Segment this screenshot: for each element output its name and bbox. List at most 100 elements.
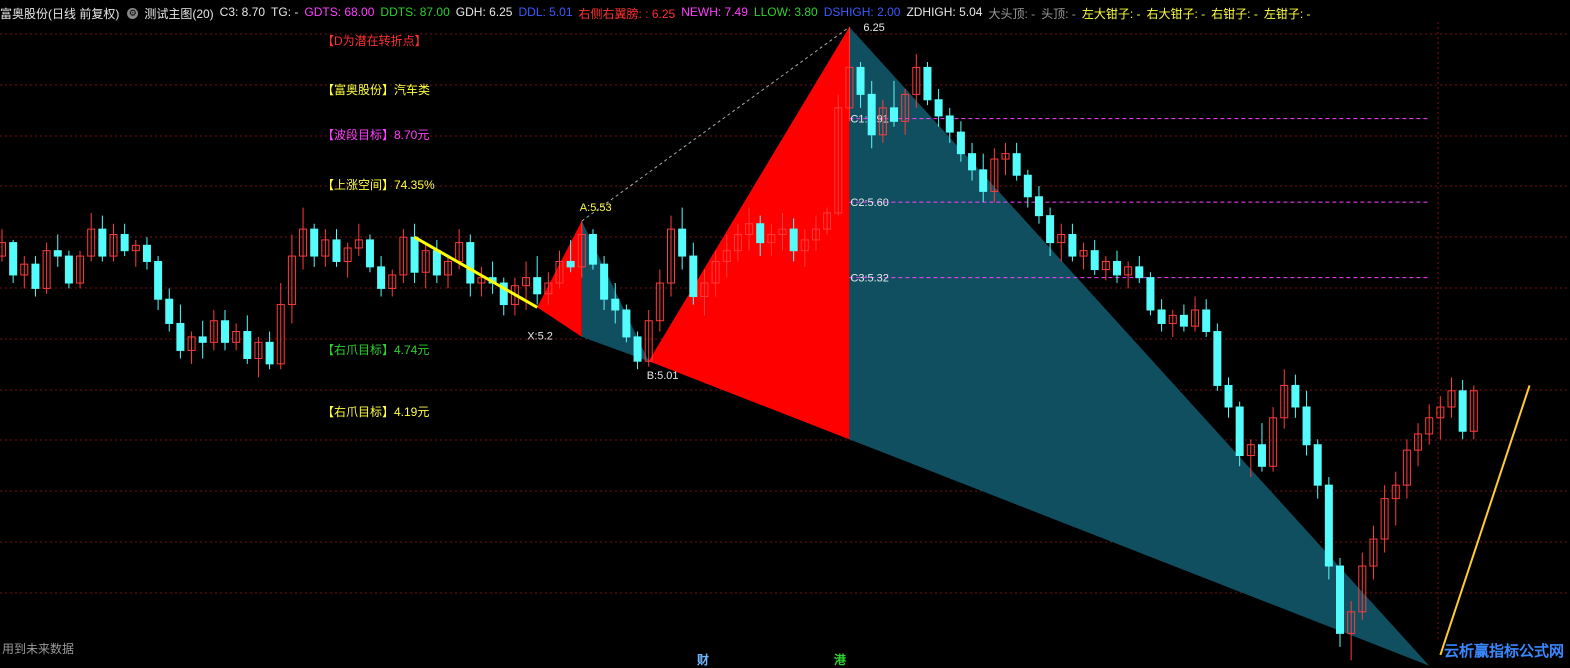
- candle-body: [588, 234, 597, 265]
- candle-body: [120, 234, 129, 252]
- indicator-field: GDH: 6.25: [455, 4, 513, 19]
- candle-body: [566, 260, 575, 268]
- side-label: 【右爪目标】4.19元: [322, 405, 430, 419]
- candle-body: [1113, 260, 1121, 276]
- pattern-point-label: X:5.2: [527, 331, 553, 343]
- candle-body: [1313, 444, 1322, 486]
- candle-body: [154, 260, 163, 300]
- indicator-field: 左大钳子: -: [1081, 6, 1141, 21]
- candle-body: [945, 115, 954, 133]
- pattern-point-label: B:5.01: [647, 370, 679, 382]
- candle-body: [165, 298, 174, 324]
- indicator-field: 右钳子: -: [1211, 6, 1258, 21]
- hk-marker[interactable]: 港: [834, 651, 846, 668]
- candle-body: [633, 336, 642, 362]
- candle-body: [1146, 277, 1155, 311]
- candle-body: [365, 239, 374, 268]
- candle-body: [53, 250, 62, 257]
- candle-body: [221, 320, 229, 343]
- candle-body: [1336, 565, 1344, 634]
- side-label: 【上涨空间】74.35%: [322, 178, 435, 192]
- candle-body: [1202, 309, 1211, 333]
- candle-body: [176, 322, 185, 351]
- candle-body: [1135, 266, 1144, 279]
- side-label: 【波段目标】8.70元: [322, 128, 430, 142]
- side-label: 【右爪目标】4.74元: [322, 343, 430, 357]
- pattern-point-label: A:5.53: [580, 202, 612, 214]
- level-label: C3:5.32: [850, 273, 889, 285]
- candle-body: [9, 242, 18, 276]
- candle-body: [31, 263, 40, 289]
- candle-body: [1324, 484, 1333, 567]
- side-label: 【富奥股份】汽车类: [322, 83, 431, 97]
- indicator-field: DDTS: 87.00: [380, 4, 450, 19]
- candle-body: [890, 107, 898, 122]
- indicator-field: 右侧右翼膀: : 6.25: [578, 6, 676, 21]
- candle-body: [968, 153, 977, 171]
- candle-body: [432, 250, 441, 276]
- candle-body: [64, 255, 73, 284]
- indicator-field: 右大钳子: -: [1146, 6, 1206, 21]
- candle-body: [622, 309, 631, 338]
- candle-body: [1302, 406, 1311, 446]
- indicator-name[interactable]: 测试主图(20): [144, 5, 213, 22]
- finance-marker[interactable]: 财: [697, 651, 709, 668]
- candle-body: [1179, 314, 1188, 327]
- candle-body: [142, 244, 151, 262]
- rebound-line: [1439, 385, 1531, 656]
- indicator-field: LLOW: 3.80: [753, 4, 818, 19]
- candle-body: [265, 341, 274, 365]
- candle-body: [332, 239, 341, 262]
- candle-body: [1224, 384, 1233, 408]
- candle-body: [410, 236, 419, 273]
- candle-body: [0, 242, 6, 257]
- candle-body: [600, 263, 609, 300]
- candle-body: [867, 93, 876, 136]
- indicator-field: 大头顶: -: [988, 6, 1036, 21]
- pattern-point-label: 6.25: [863, 22, 884, 34]
- candle-body: [789, 228, 798, 252]
- candle-body: [689, 255, 698, 298]
- indicator-field: 左钳子: -: [1263, 6, 1311, 21]
- indicator-field: GDTS: 68.00: [304, 4, 375, 19]
- watermark-logo: 云析赢指标公式网: [1443, 643, 1564, 660]
- candle-body: [98, 228, 107, 257]
- indicator-field: DSHIGH: 2.00: [823, 4, 901, 19]
- indicator-field: 头顶: -: [1041, 6, 1076, 21]
- candle-body: [1257, 444, 1266, 467]
- candle-body: [1034, 196, 1043, 217]
- candle-body: [1023, 174, 1032, 198]
- indicator-field: DDL: 5.01: [518, 4, 573, 19]
- candlestick-chart: C1:5.91C2:5.60C3:5.32 X:5.2A:5.53B:5.016…: [0, 22, 1570, 666]
- stock-title[interactable]: 富奥股份(日线 前复权): [0, 5, 119, 22]
- candle-body: [533, 277, 542, 295]
- candle-body: [923, 66, 932, 101]
- candle-body: [1235, 406, 1244, 457]
- candle-body: [956, 131, 965, 155]
- indicator-field: TG: -: [271, 4, 299, 19]
- harmonic-pattern-fills: [537, 27, 1430, 666]
- candle-body: [934, 99, 943, 117]
- candle-body: [1458, 390, 1467, 432]
- indicator-field: ZDHIGH: 5.04: [906, 4, 983, 19]
- indicator-field: NEWH: 7.49: [681, 4, 748, 19]
- candle-body: [678, 228, 687, 257]
- candle-body: [856, 66, 865, 95]
- candle-body: [979, 169, 988, 192]
- candle-body: [756, 223, 765, 244]
- candle-body: [243, 331, 252, 359]
- candle-body: [377, 266, 386, 289]
- candle-body: [198, 336, 207, 343]
- candle-body: [611, 298, 620, 311]
- indicator-fields: C3: 8.70 TG: - GDTS: 68.00 DDTS: 87.00 GDH: …: [220, 5, 1317, 22]
- candle-body: [1157, 309, 1166, 324]
- candle-body: [1291, 384, 1300, 408]
- level-label: C2:5.60: [850, 197, 889, 209]
- candle-body: [1213, 331, 1222, 386]
- candle-body: [1090, 250, 1099, 271]
- settings-icon[interactable]: ⚙: [127, 7, 139, 19]
- candle-body: [310, 228, 319, 257]
- indicator-field: C3: 8.70: [219, 4, 266, 19]
- candle-body: [1012, 153, 1021, 176]
- side-label: 【D为潜在转折点】: [322, 34, 427, 48]
